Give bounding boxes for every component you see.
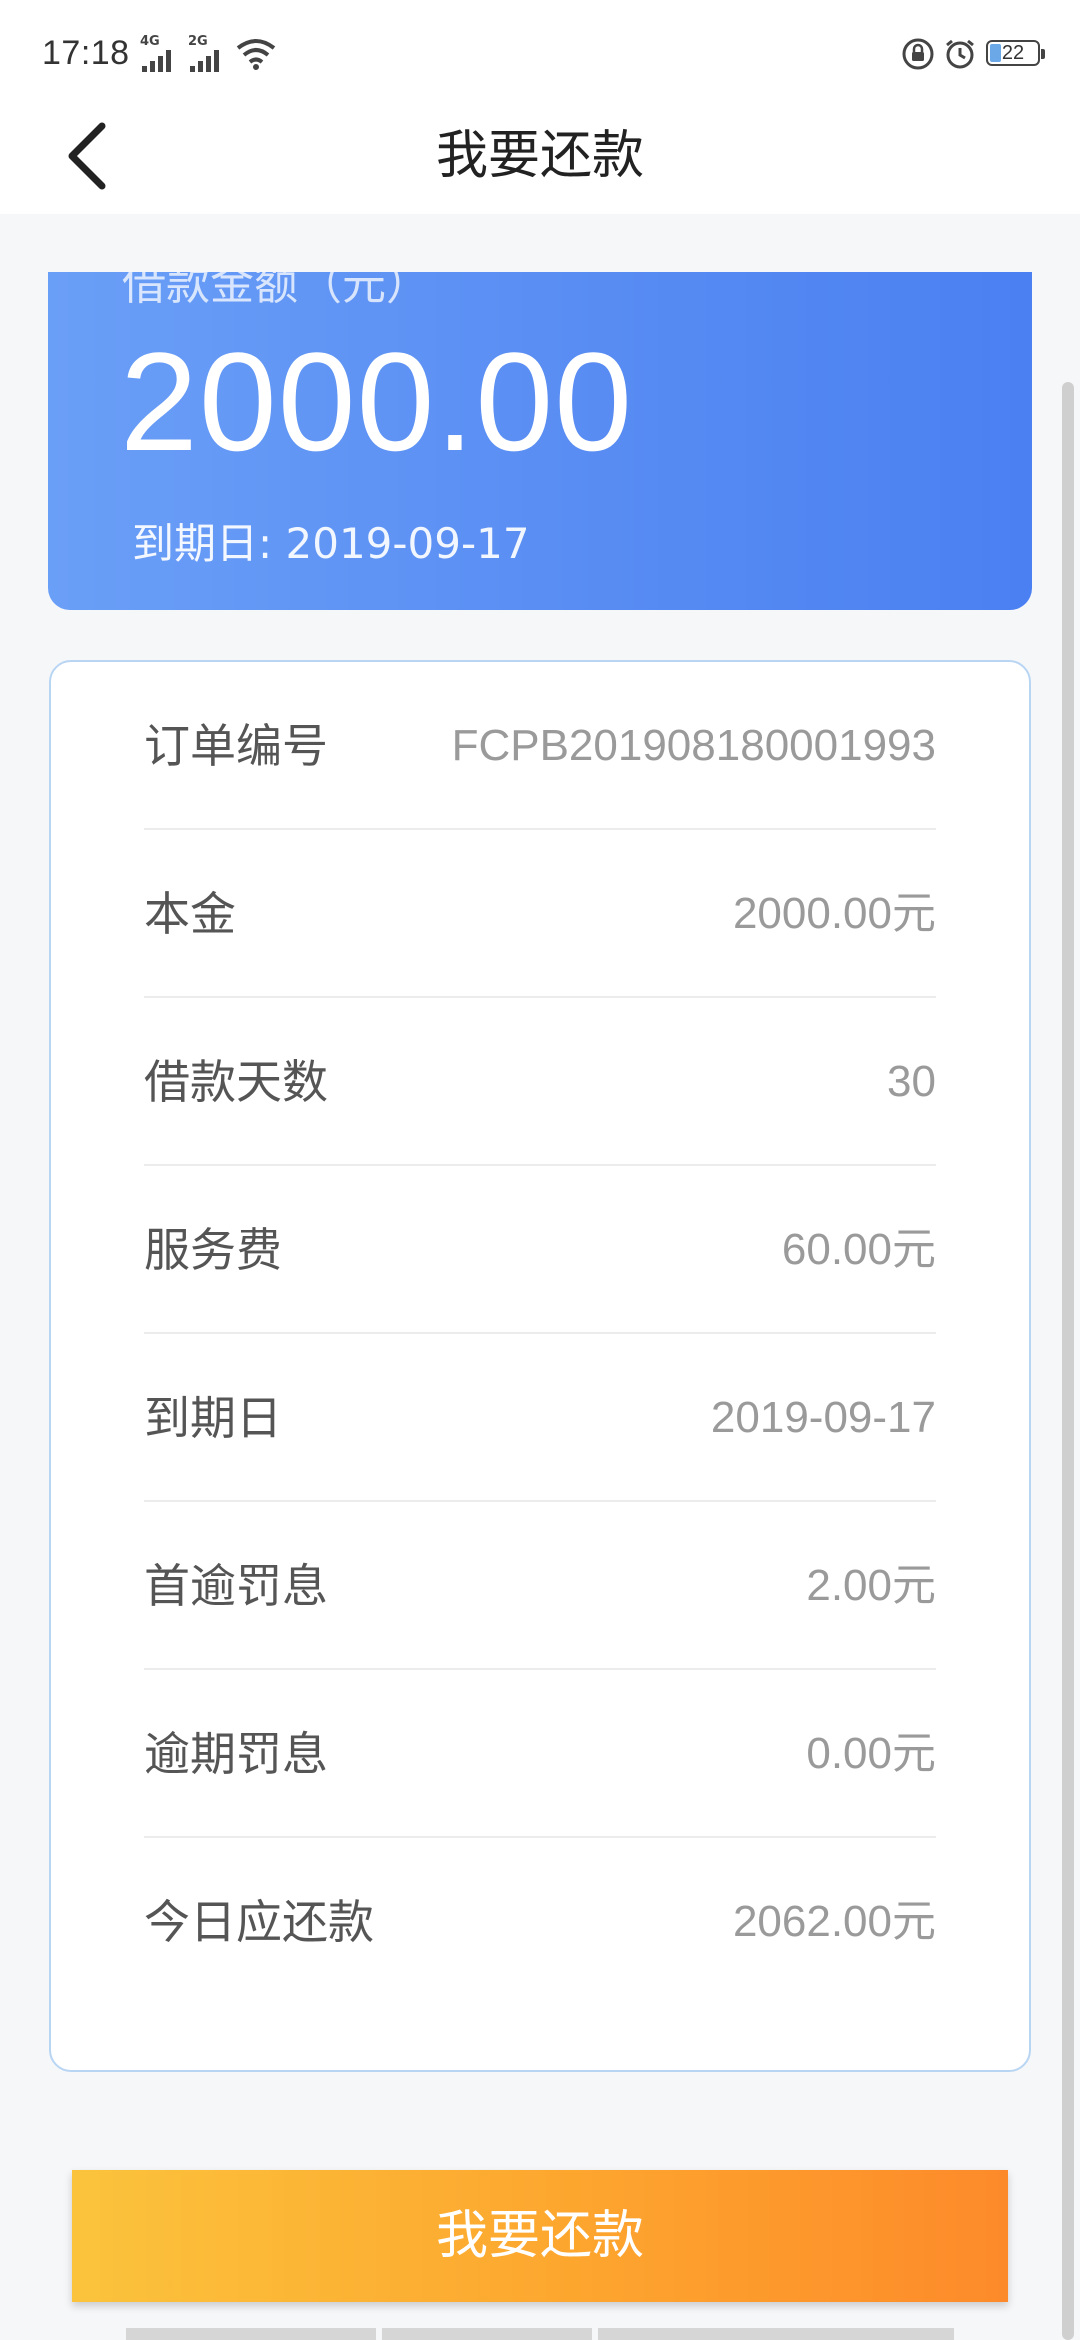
detail-value: 0.00元 xyxy=(806,1729,936,1778)
detail-label: 今日应还款 xyxy=(144,1895,374,1949)
sim1-network-label: 4G xyxy=(140,34,160,49)
detail-value: 60.00元 xyxy=(781,1225,936,1274)
page-title: 我要还款 xyxy=(435,126,644,186)
scrollbar[interactable] xyxy=(1062,382,1074,2340)
signal-icon: 2G xyxy=(188,34,228,72)
detail-value: 2019-09-17 xyxy=(710,1393,936,1442)
order-detail-card: 订单编号 FCPB201908180001993 本金 2000.00元 借款天… xyxy=(49,660,1031,2072)
detail-row-amount-due-today: 今日应还款 2062.00元 xyxy=(144,1838,936,2006)
detail-label: 服务费 xyxy=(144,1223,282,1277)
loan-amount-value: 2000.00 xyxy=(120,323,634,480)
detail-label: 到期日 xyxy=(144,1391,282,1445)
sim2-network-label: 2G xyxy=(188,34,208,49)
detail-row-service-fee: 服务费 60.00元 xyxy=(144,1166,936,1334)
detail-row-order-number: 订单编号 FCPB201908180001993 xyxy=(144,662,936,830)
detail-label: 本金 xyxy=(144,887,236,941)
detail-value: 2.00元 xyxy=(806,1561,936,1610)
detail-label: 逾期罚息 xyxy=(144,1727,328,1781)
bottom-hint-bar xyxy=(126,2328,954,2340)
detail-value: 2000.00元 xyxy=(732,889,936,938)
detail-row-first-overdue-interest: 首逾罚息 2.00元 xyxy=(144,1502,936,1670)
status-time: 17:18 xyxy=(42,34,130,72)
detail-label: 首逾罚息 xyxy=(144,1559,328,1613)
detail-label: 借款天数 xyxy=(144,1055,328,1109)
app-header: 我要还款 xyxy=(0,110,1080,214)
loan-amount-label: 借款金额（元） xyxy=(122,272,430,310)
loan-summary-card: 借款金额（元） 2000.00 到期日: 2019-09-17 xyxy=(48,272,1032,610)
detail-value: 2062.00元 xyxy=(732,1897,936,1946)
detail-row-due-date: 到期日 2019-09-17 xyxy=(144,1334,936,1502)
signal-icon: 4G xyxy=(140,34,180,72)
detail-value: 30 xyxy=(887,1057,936,1106)
detail-value: FCPB201908180001993 xyxy=(451,721,936,770)
repay-button[interactable]: 我要还款 xyxy=(72,2170,1008,2302)
detail-row-overdue-interest: 逾期罚息 0.00元 xyxy=(144,1670,936,1838)
alarm-icon xyxy=(946,39,974,69)
loan-due-date: 到期日: 2019-09-17 xyxy=(132,519,530,568)
lock-icon xyxy=(902,38,934,70)
detail-row-loan-days: 借款天数 30 xyxy=(144,998,936,1166)
detail-label: 订单编号 xyxy=(144,719,328,773)
battery-icon: 22 xyxy=(986,40,1045,66)
status-bar: 17:18 4G 2G 22 xyxy=(0,0,1080,110)
battery-level: 22 xyxy=(1001,42,1025,64)
detail-row-principal: 本金 2000.00元 xyxy=(144,830,936,998)
wifi-icon xyxy=(236,39,276,70)
